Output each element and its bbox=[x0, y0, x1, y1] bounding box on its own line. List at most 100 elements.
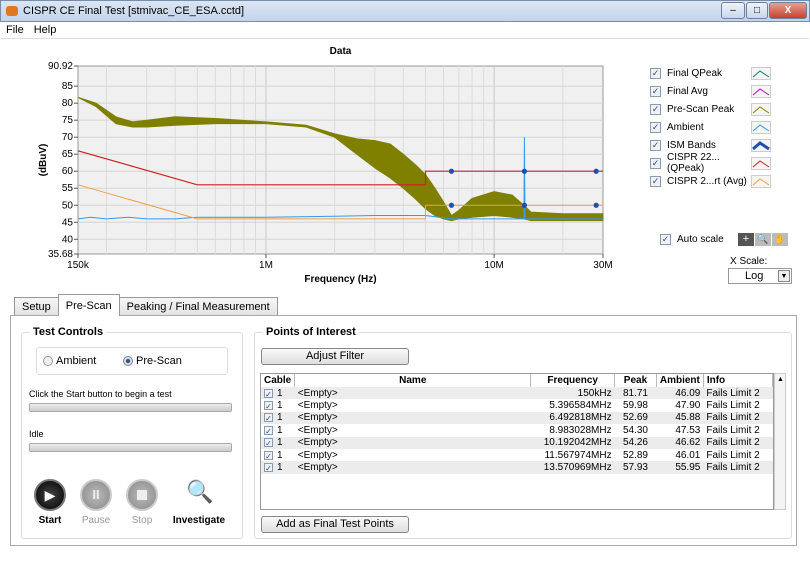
x-scale-select[interactable]: Log ▼ bbox=[728, 268, 792, 284]
auto-scale-checkbox[interactable]: ✓ bbox=[660, 234, 671, 245]
table-row[interactable]: ✓ 1 <Empty> 13.570969MHz 57.93 55.95 Fails Lim… bbox=[261, 461, 773, 474]
table-row[interactable]: ✓ 1 <Empty> 8.983028MHz 54.30 47.53 Fails Limi… bbox=[261, 424, 773, 436]
tab-pre-scan[interactable]: Pre-Scan bbox=[57, 294, 120, 316]
cell-frequency: 8.983028MHz bbox=[549, 424, 612, 436]
table-row[interactable]: ✓ 1 <Empty> 150kHz 81.71 46.09 Fails Limit 2 bbox=[261, 387, 773, 400]
chevron-down-icon[interactable]: ▼ bbox=[778, 270, 790, 282]
column-header[interactable]: Cable bbox=[261, 374, 296, 387]
column-header[interactable]: Ambient bbox=[656, 374, 704, 387]
table-row[interactable]: ✓ 1 <Empty> 5.396584MHz 59.98 47.90 Fails Limi… bbox=[261, 399, 773, 411]
table-row[interactable]: ✓ 1 <Empty> 10.192042MHz 54.26 46.62 Fails Lim… bbox=[261, 436, 773, 449]
spectrum-chart[interactable]: 90.92 85 80 75 70 65 60 55 50 45 40 35.68150k 1M 10M 3… bbox=[1, 40, 641, 292]
test-controls-group: Test Controls Ambient Pre-Scan Click the… bbox=[21, 326, 243, 539]
legend-checkbox[interactable]: ✓ bbox=[650, 157, 661, 169]
legend-checkbox[interactable]: ✓ bbox=[650, 175, 661, 187]
row-checkbox[interactable]: ✓ bbox=[264, 425, 273, 436]
cell-name: <Empty> bbox=[297, 424, 338, 436]
column-header[interactable]: Frequency bbox=[530, 374, 616, 387]
ambient-radio[interactable] bbox=[43, 356, 53, 366]
legend-swatch[interactable] bbox=[751, 138, 771, 152]
add-final-test-points-button[interactable]: Add as Final Test Points bbox=[261, 516, 409, 533]
y-tick-label: 50 bbox=[62, 200, 74, 211]
test-controls-title: Test Controls bbox=[30, 326, 107, 338]
column-header[interactable]: Name bbox=[294, 374, 532, 387]
table-row[interactable]: ✓ 1 <Empty> 11.567974MHz 52.89 46.01 Fails Lim… bbox=[261, 449, 773, 461]
cell-cable: 1 bbox=[277, 400, 283, 412]
pan-tool-icon[interactable]: ✋ bbox=[772, 233, 788, 246]
cell-info: Fails Limit 2 bbox=[706, 424, 760, 436]
y-tick-label: 60 bbox=[62, 166, 74, 177]
row-checkbox[interactable]: ✓ bbox=[264, 388, 273, 399]
scroll-up-icon[interactable]: ▲ bbox=[777, 376, 784, 383]
legend-swatch[interactable] bbox=[751, 120, 771, 134]
progress-bar-idle bbox=[29, 443, 232, 452]
menu-help[interactable]: Help bbox=[29, 22, 62, 38]
cell-info: Fails Limit 2 bbox=[703, 387, 773, 400]
row-checkbox[interactable]: ✓ bbox=[264, 400, 273, 411]
y-tick-label: 85 bbox=[62, 81, 74, 92]
legend-checkbox[interactable]: ✓ bbox=[650, 139, 661, 151]
cell-name: <Empty> bbox=[294, 461, 531, 474]
row-checkbox[interactable]: ✓ bbox=[264, 450, 273, 461]
legend-checkbox[interactable]: ✓ bbox=[650, 85, 661, 97]
cell-peak: 57.93 bbox=[614, 461, 657, 474]
legend-swatch[interactable] bbox=[751, 102, 771, 116]
adjust-filter-button[interactable]: Adjust Filter bbox=[261, 348, 409, 365]
final-qpeak-marker bbox=[593, 168, 599, 174]
maximize-button[interactable]: □ bbox=[746, 2, 768, 19]
pre-scan-radio[interactable] bbox=[123, 356, 133, 366]
x-axis-label: Frequency (Hz) bbox=[304, 274, 376, 285]
menu-file[interactable]: File bbox=[1, 22, 29, 38]
legend-swatch[interactable] bbox=[751, 174, 771, 188]
cell-info: Fails Limit 2 bbox=[703, 461, 773, 474]
close-button[interactable]: X bbox=[769, 2, 807, 19]
legend-swatch[interactable] bbox=[751, 156, 771, 170]
cell-frequency: 10.192042MHz bbox=[530, 436, 615, 449]
pause-icon: II bbox=[92, 487, 100, 502]
cell-cable: 1 bbox=[277, 424, 283, 436]
cell-ambient: 45.88 bbox=[656, 411, 704, 425]
table-row[interactable]: ✓ 1 <Empty> 6.492818MHz 52.69 45.88 Fails Limi… bbox=[261, 411, 773, 425]
investigate-icon[interactable]: 🔍 bbox=[186, 479, 213, 511]
final-avg-marker bbox=[521, 202, 527, 208]
row-checkbox[interactable]: ✓ bbox=[264, 438, 273, 448]
tab-peaking-final[interactable]: Peaking / Final Measurement bbox=[118, 297, 278, 316]
legend-label: Ambient bbox=[667, 121, 704, 133]
legend-checkbox[interactable]: ✓ bbox=[650, 67, 661, 79]
stop-button[interactable] bbox=[126, 479, 158, 511]
start-button[interactable]: ▶ bbox=[34, 479, 66, 511]
window-title: CISPR CE Final Test [stmivac_CE_ESA.cctd… bbox=[23, 5, 245, 17]
x-tick-label: 10M bbox=[484, 260, 503, 271]
investigate-label[interactable]: Investigate bbox=[169, 515, 229, 526]
row-checkbox[interactable]: ✓ bbox=[264, 413, 273, 423]
column-header[interactable]: Info bbox=[703, 374, 773, 387]
minimize-button[interactable]: – bbox=[721, 2, 745, 19]
legend-checkbox[interactable]: ✓ bbox=[650, 121, 661, 133]
stop-label: Stop bbox=[131, 515, 153, 526]
y-tick-label: 40 bbox=[62, 234, 74, 245]
pause-button[interactable]: II bbox=[80, 479, 112, 511]
legend-swatch[interactable] bbox=[751, 66, 771, 80]
row-checkbox[interactable]: ✓ bbox=[264, 462, 273, 473]
legend-item: ✓ CISPR 2...rt (Avg) bbox=[650, 172, 771, 190]
pre-scan-radio-label: Pre-Scan bbox=[136, 355, 182, 367]
x-scale-value: Log bbox=[745, 270, 764, 282]
play-icon: ▶ bbox=[44, 487, 56, 503]
cell-name: <Empty> bbox=[294, 387, 531, 400]
x-tick-label: 150k bbox=[67, 260, 90, 271]
cell-info: Fails Limit 2 bbox=[706, 449, 760, 461]
cursor-tool-icon[interactable]: + bbox=[738, 233, 754, 246]
column-header[interactable]: Peak bbox=[614, 374, 657, 387]
zoom-tool-icon[interactable]: 🔍 bbox=[755, 233, 771, 246]
tab-setup[interactable]: Setup bbox=[14, 297, 59, 316]
final-avg-marker bbox=[448, 202, 455, 208]
cell-frequency: 6.492818MHz bbox=[530, 411, 615, 425]
table-scrollbar[interactable]: ▲ bbox=[774, 373, 786, 510]
y-tick-label: 35.68 bbox=[48, 249, 73, 260]
legend-item: ✓ Pre-Scan Peak bbox=[650, 100, 771, 118]
legend-checkbox[interactable]: ✓ bbox=[650, 103, 661, 115]
pre-scan-panel: Test Controls Ambient Pre-Scan Click the… bbox=[10, 315, 797, 546]
final-qpeak-marker bbox=[448, 168, 455, 174]
legend-swatch[interactable] bbox=[751, 84, 771, 98]
cell-frequency: 150kHz bbox=[530, 387, 615, 400]
